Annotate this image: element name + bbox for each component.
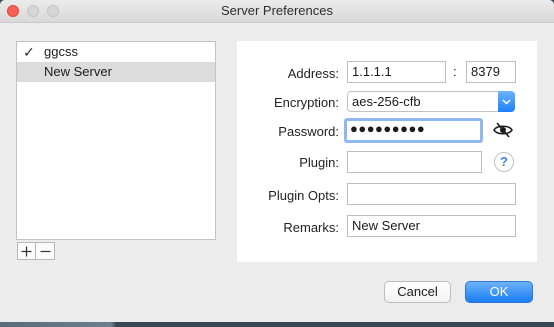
server-list[interactable]: ✓ ggcss New Server [16, 41, 216, 240]
password-label: Password: [278, 124, 339, 139]
cancel-button[interactable]: Cancel [384, 281, 451, 303]
eye-slash-icon[interactable] [492, 121, 514, 139]
port-separator: : [453, 64, 457, 79]
encryption-label: Encryption: [273, 95, 339, 110]
help-icon[interactable]: ? [494, 152, 514, 172]
minus-icon [40, 250, 50, 252]
server-preferences-window: Server Preferences ✓ ggcss New Server Ad… [0, 0, 554, 322]
address-input[interactable]: 1.1.1.1 [347, 61, 446, 83]
plus-icon [21, 246, 32, 256]
plugin-label: Plugin: [299, 155, 339, 170]
remove-server-button[interactable] [36, 242, 55, 260]
server-list-item-ggcss[interactable]: ✓ ggcss [17, 42, 215, 62]
ok-button[interactable]: OK [465, 281, 533, 303]
remarks-input[interactable]: New Server [347, 215, 516, 237]
server-list-item-label: New Server [44, 64, 112, 79]
port-input[interactable]: 8379 [466, 61, 516, 83]
server-settings-form: Address: 1.1.1.1 : 8379 Encryption: aes-… [237, 41, 537, 262]
password-input[interactable]: ●●●●●●●●● [344, 118, 483, 143]
plugin-opts-input[interactable] [347, 183, 516, 205]
list-controls [17, 242, 55, 261]
desktop-background [0, 322, 554, 327]
plugin-input[interactable] [347, 151, 482, 173]
encryption-select[interactable]: aes-256-cfb [347, 91, 515, 112]
encryption-selected-value: aes-256-cfb [352, 94, 421, 109]
checkmark-icon: ✓ [23, 44, 35, 60]
server-list-item-new-server[interactable]: New Server [17, 62, 215, 82]
add-server-button[interactable] [17, 242, 36, 260]
window-title: Server Preferences [221, 3, 333, 18]
remarks-label: Remarks: [283, 220, 339, 235]
plugin-opts-label: Plugin Opts: [268, 188, 339, 203]
chevron-down-icon[interactable] [498, 91, 515, 112]
server-list-item-label: ggcss [44, 44, 78, 59]
title-bar: Server Preferences [0, 0, 554, 23]
address-label: Address: [287, 66, 339, 81]
